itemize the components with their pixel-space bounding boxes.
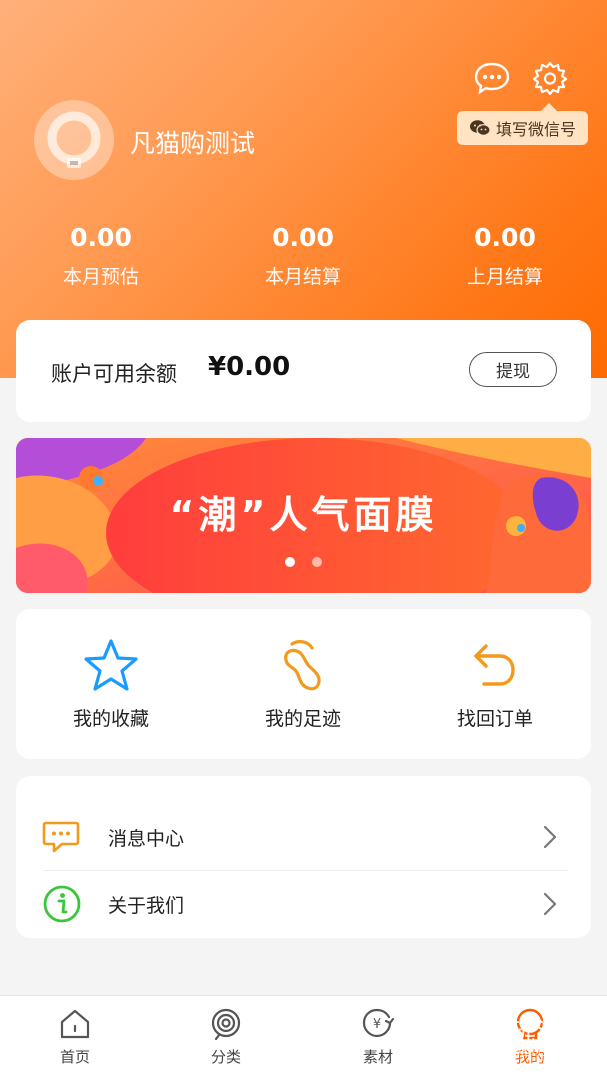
message-button[interactable] (472, 58, 512, 98)
fill-wechat-badge[interactable]: 填写微信号 (457, 103, 588, 145)
stat-value: 0.00 (70, 223, 132, 252)
info-icon (43, 885, 81, 923)
menu-item-label: 关于我们 (108, 894, 185, 917)
stat-month-estimate[interactable]: 0.00 本月预估 (21, 222, 181, 289)
menu-item-message-center[interactable]: 消息中心 (16, 804, 591, 870)
balance-amount: ¥0.00 (208, 352, 291, 382)
star-icon (84, 639, 138, 691)
quick-action-label: 我的足迹 (264, 708, 341, 730)
quick-action-label: 找回订单 (456, 708, 533, 730)
footprint-icon (284, 640, 321, 691)
undo-arrow-icon (474, 644, 515, 686)
chevron-right-icon (543, 825, 557, 849)
username: 凡猫购测试 (130, 129, 256, 158)
retrieve-order-button[interactable]: 找回订单 (420, 638, 570, 738)
profile-icon (516, 1008, 544, 1040)
message-icon (474, 62, 510, 95)
avatar[interactable] (34, 100, 114, 180)
stat-value: 0.00 (272, 223, 334, 252)
menu-item-label: 消息中心 (108, 827, 185, 850)
stat-value: 0.00 (474, 223, 536, 252)
chevron-right-icon (543, 892, 557, 916)
balance-card: 账户可用余额 ¥0.00 提现 (16, 320, 591, 422)
tab-label: 分类 (210, 1048, 241, 1066)
default-avatar-icon (47, 111, 101, 168)
quick-action-label: 我的收藏 (72, 708, 149, 730)
my-footprints-button[interactable]: 我的足迹 (228, 638, 378, 738)
stat-label: 本月预估 (62, 266, 139, 288)
category-icon (211, 1008, 241, 1040)
banner-title: “潮”人气面膜 (169, 493, 438, 537)
wechat-badge-label: 填写微信号 (495, 120, 576, 139)
promo-banner[interactable]: “潮”人气面膜 (16, 438, 591, 593)
tab-category[interactable]: 分类 (176, 1008, 276, 1067)
banner-dot-active[interactable] (285, 557, 295, 567)
stat-label: 上月结算 (466, 266, 543, 288)
tab-material[interactable]: ¥ 素材 (328, 1008, 428, 1067)
stat-label: 本月结算 (264, 266, 341, 288)
banner-dot[interactable] (312, 557, 322, 567)
tab-label: 首页 (59, 1048, 90, 1066)
my-favorites-button[interactable]: 我的收藏 (36, 638, 186, 738)
material-icon: ¥ (362, 1008, 395, 1038)
tab-label: 我的 (514, 1048, 545, 1066)
settings-button[interactable] (530, 58, 570, 98)
stat-last-month-settled[interactable]: 0.00 上月结算 (425, 222, 585, 289)
menu-item-about-us[interactable]: 关于我们 (16, 871, 591, 937)
balance-label: 账户可用余额 (51, 362, 177, 386)
svg-text:¥: ¥ (373, 1017, 381, 1032)
bottom-tab-bar: 首页 分类 ¥ 素材 我的 (0, 995, 607, 1080)
wechat-icon (469, 120, 491, 136)
tab-home[interactable]: 首页 (25, 1008, 125, 1067)
home-icon (60, 1009, 90, 1039)
settings-icon (533, 61, 567, 95)
tab-label: 素材 (362, 1048, 393, 1066)
withdraw-button[interactable]: 提现 (469, 352, 557, 387)
stat-month-settled[interactable]: 0.00 本月结算 (223, 222, 383, 289)
tab-profile[interactable]: 我的 (480, 1008, 580, 1067)
chat-bubble-icon (42, 821, 80, 853)
